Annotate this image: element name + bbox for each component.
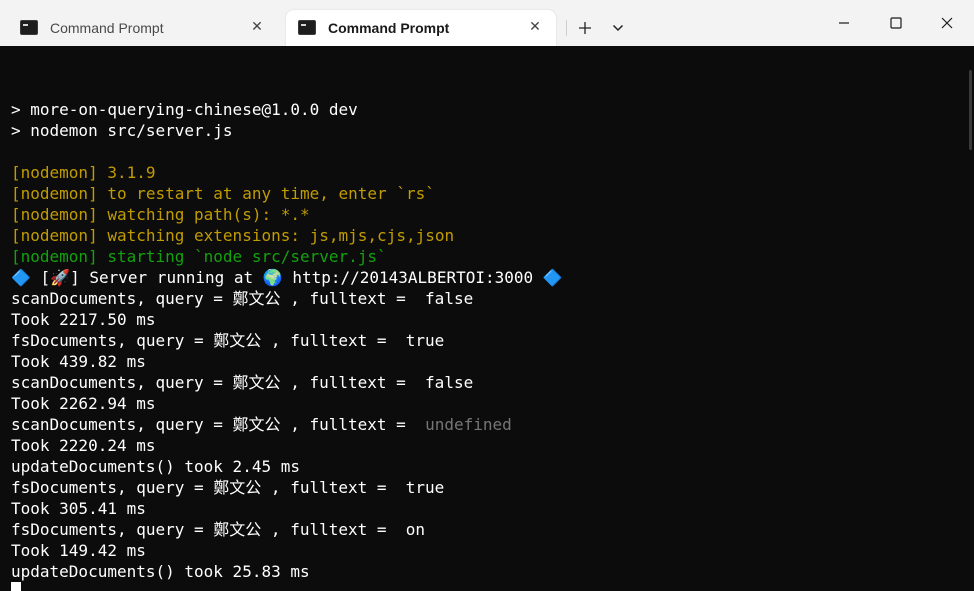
new-tab-button[interactable]	[571, 14, 599, 42]
terminal-line: updateDocuments() took 2.45 ms	[11, 456, 974, 477]
terminal-line: Took 305.41 ms	[11, 498, 974, 519]
close-window-button[interactable]	[921, 0, 973, 46]
terminal-text: [nodemon] to restart at any time, enter …	[11, 184, 435, 203]
terminal-text-segment: scanDocuments, query = 鄭文公 , fulltext =	[11, 415, 426, 434]
terminal-line: scanDocuments, query = 鄭文公 , fulltext = …	[11, 414, 974, 435]
terminal-text: fsDocuments, query = 鄭文公 , fulltext = on	[11, 520, 426, 539]
terminal-line: updateDocuments() took 25.83 ms	[11, 561, 974, 582]
minimize-icon	[839, 22, 849, 24]
tab-command-prompt-2[interactable]: Command Prompt ✕	[286, 10, 556, 46]
terminal-text: Took 2217.50 ms	[11, 310, 156, 329]
plus-icon	[579, 22, 591, 34]
terminal-output[interactable]: > more-on-querying-chinese@1.0.0 dev > no…	[0, 46, 974, 591]
terminal-line: Took 2262.94 ms	[11, 393, 974, 414]
tab-title: Command Prompt	[50, 20, 164, 36]
terminal-line: Took 2217.50 ms	[11, 309, 974, 330]
terminal-line: scanDocuments, query = 鄭文公 , fulltext = …	[11, 372, 974, 393]
terminal-text: > more-on-querying-chinese@1.0.0 dev	[11, 100, 358, 119]
terminal-text: Took 439.82 ms	[11, 352, 146, 371]
terminal-line: [nodemon] to restart at any time, enter …	[11, 183, 974, 204]
close-tab-icon[interactable]: ✕	[244, 14, 270, 40]
terminal-line: fsDocuments, query = 鄭文公 , fulltext = tr…	[11, 477, 974, 498]
terminal-text: [nodemon] watching path(s): *.*	[11, 205, 310, 224]
terminal-line: fsDocuments, query = 鄭文公 , fulltext = on	[11, 519, 974, 540]
terminal-text: fsDocuments, query = 鄭文公 , fulltext = tr…	[11, 331, 445, 350]
terminal-text: scanDocuments, query = 鄭文公 , fulltext = …	[11, 373, 474, 392]
command-prompt-icon	[20, 20, 38, 35]
tab-divider	[566, 20, 567, 36]
terminal-text-segment: undefined	[425, 415, 512, 434]
terminal-line: 🔷 [🚀] Server running at 🌍 http://20143AL…	[11, 267, 974, 288]
terminal-line: fsDocuments, query = 鄭文公 , fulltext = tr…	[11, 330, 974, 351]
terminal-line: Took 439.82 ms	[11, 351, 974, 372]
tab-command-prompt-1[interactable]: Command Prompt ✕	[8, 10, 278, 46]
terminal-text: [nodemon] watching extensions: js,mjs,cj…	[11, 226, 455, 245]
terminal-text-segment: 🔷	[11, 268, 31, 287]
terminal-text: fsDocuments, query = 鄭文公 , fulltext = tr…	[11, 478, 445, 497]
terminal-text: [nodemon] starting `node src/server.js`	[11, 247, 387, 266]
terminal-line: [nodemon] watching extensions: js,mjs,cj…	[11, 225, 974, 246]
terminal-text-segment: [🚀] Server running at 🌍 http://20143ALBE…	[30, 268, 543, 287]
text-cursor	[11, 582, 21, 591]
terminal-text: Took 2220.24 ms	[11, 436, 156, 455]
close-icon	[941, 17, 953, 29]
terminal-text: updateDocuments() took 25.83 ms	[11, 562, 310, 581]
terminal-line: [nodemon] watching path(s): *.*	[11, 204, 974, 225]
chevron-down-icon	[612, 24, 624, 32]
terminal-line: [nodemon] starting `node src/server.js`	[11, 246, 974, 267]
terminal-line: scanDocuments, query = 鄭文公 , fulltext = …	[11, 288, 974, 309]
command-prompt-icon	[298, 20, 316, 35]
terminal-line: [nodemon] 3.1.9	[11, 162, 974, 183]
terminal-text: [nodemon] 3.1.9	[11, 163, 156, 182]
terminal-window: Command Prompt ✕ Command Prompt ✕ > more…	[0, 0, 974, 591]
terminal-line: Took 149.42 ms	[11, 540, 974, 561]
terminal-text: scanDocuments, query = 鄭文公 , fulltext = …	[11, 289, 474, 308]
close-tab-icon[interactable]: ✕	[522, 14, 548, 40]
terminal-line: Took 2220.24 ms	[11, 435, 974, 456]
terminal-text: > nodemon src/server.js	[11, 121, 233, 140]
terminal-text-segment: 🔷	[542, 268, 563, 287]
terminal-line: > nodemon src/server.js	[11, 120, 974, 141]
terminal-text: Took 305.41 ms	[11, 499, 146, 518]
tab-title: Command Prompt	[328, 20, 450, 36]
terminal-text: updateDocuments() took 2.45 ms	[11, 457, 300, 476]
maximize-icon	[890, 17, 902, 29]
terminal-line: > more-on-querying-chinese@1.0.0 dev	[11, 99, 974, 120]
scrollbar[interactable]	[969, 70, 972, 150]
tab-dropdown-button[interactable]	[604, 14, 632, 42]
title-bar: Command Prompt ✕ Command Prompt ✕	[0, 0, 974, 46]
minimize-button[interactable]	[818, 0, 870, 46]
prompt-line	[11, 582, 974, 591]
maximize-button[interactable]	[870, 0, 922, 46]
terminal-text: Took 2262.94 ms	[11, 394, 156, 413]
terminal-text: Took 149.42 ms	[11, 541, 146, 560]
